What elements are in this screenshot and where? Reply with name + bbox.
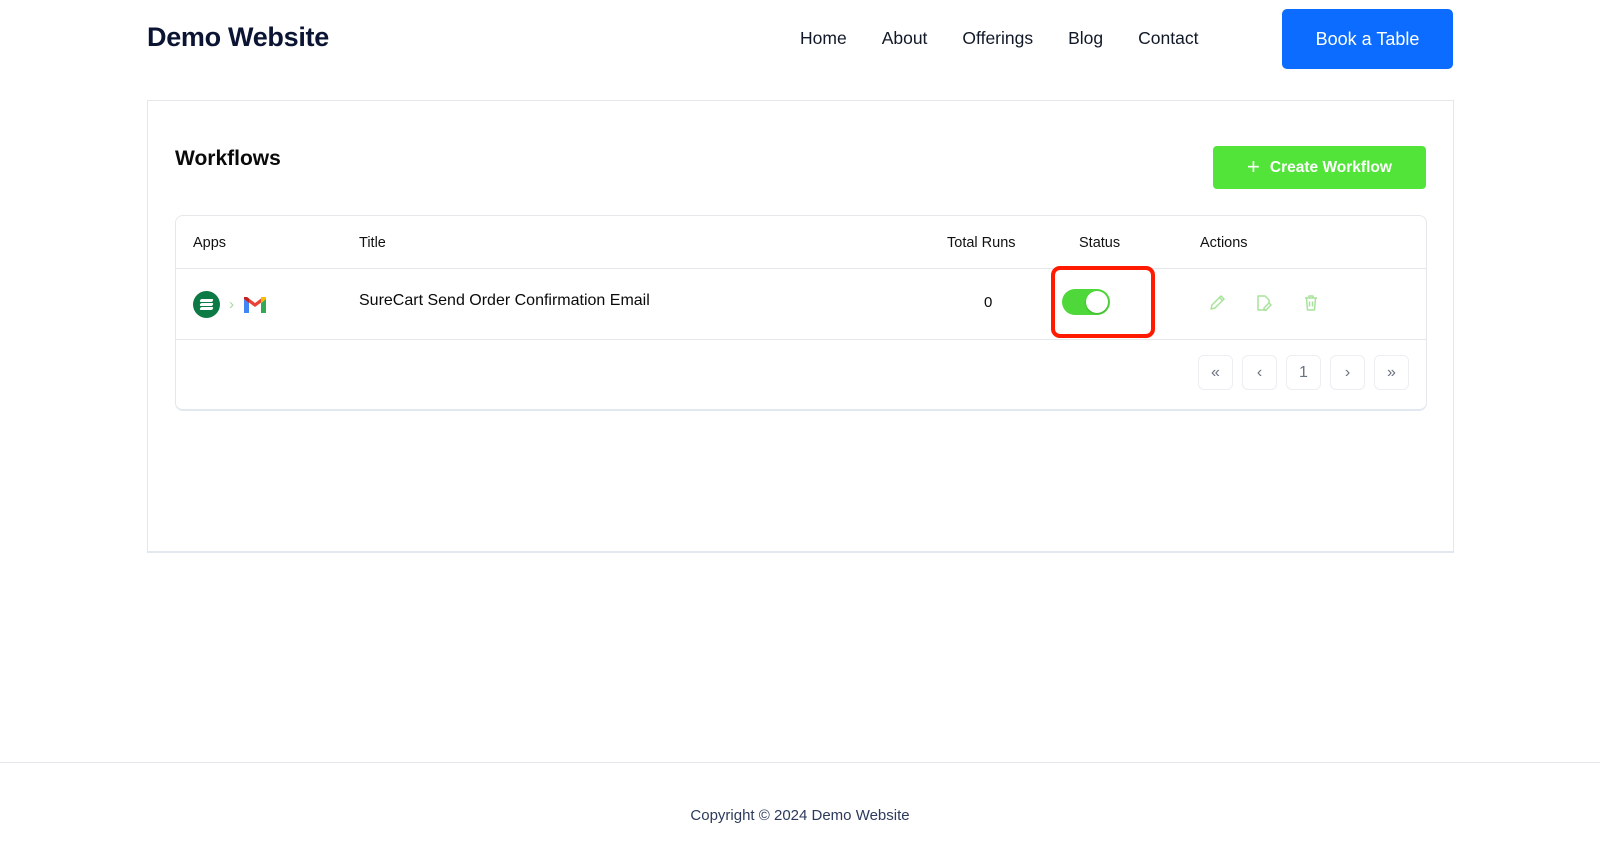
surecart-icon <box>193 291 220 318</box>
site-header: Demo Website Home About Offerings Blog C… <box>0 0 1600 80</box>
create-workflow-button[interactable]: + Create Workflow <box>1213 146 1426 189</box>
trash-icon[interactable] <box>1301 293 1321 313</box>
toggle-knob <box>1086 291 1108 313</box>
nav-offerings[interactable]: Offerings <box>962 28 1033 49</box>
nav-contact[interactable]: Contact <box>1138 28 1198 49</box>
last-page-button[interactable]: » <box>1374 355 1409 390</box>
footer-copyright: Copyright © 2024 Demo Website <box>690 807 910 824</box>
first-page-button[interactable]: « <box>1198 355 1233 390</box>
create-workflow-label: Create Workflow <box>1269 158 1392 176</box>
page-number-button[interactable]: 1 <box>1286 355 1321 390</box>
nav-about[interactable]: About <box>882 28 928 49</box>
pagination: « ‹ 1 › » <box>1198 355 1409 390</box>
table-row: › SureCart Send Order Confirmation Email… <box>176 269 1426 340</box>
table-header: Apps Title Total Runs Status Actions <box>176 216 1426 269</box>
footer-divider <box>0 762 1600 763</box>
next-page-button[interactable]: › <box>1330 355 1365 390</box>
chevron-right-icon: › <box>229 296 234 313</box>
nav-home[interactable]: Home <box>800 28 847 49</box>
nav-blog[interactable]: Blog <box>1068 28 1103 49</box>
column-title: Title <box>359 235 386 251</box>
edit-pencil-icon[interactable] <box>1207 293 1227 313</box>
apps-cell: › <box>193 291 267 318</box>
total-runs-value: 0 <box>984 294 993 311</box>
site-logo[interactable]: Demo Website <box>147 22 329 53</box>
workflow-title[interactable]: SureCart Send Order Confirmation Email <box>359 292 650 310</box>
plus-icon: + <box>1247 153 1260 179</box>
edit-document-icon[interactable] <box>1254 293 1274 313</box>
workflows-table: Apps Title Total Runs Status Actions › S… <box>175 215 1427 411</box>
prev-page-button[interactable]: ‹ <box>1242 355 1277 390</box>
main-nav: Home About Offerings Blog Contact <box>800 28 1233 49</box>
column-actions: Actions <box>1200 235 1248 251</box>
column-status: Status <box>1079 235 1121 251</box>
book-a-table-button[interactable]: Book a Table <box>1282 9 1453 69</box>
status-toggle[interactable] <box>1062 289 1110 315</box>
workflows-panel: Workflows + Create Workflow Apps Title T… <box>147 100 1454 553</box>
column-total-runs: Total Runs <box>947 235 1016 251</box>
column-apps: Apps <box>193 235 227 251</box>
gmail-icon <box>243 296 267 314</box>
page-title: Workflows <box>175 147 281 170</box>
